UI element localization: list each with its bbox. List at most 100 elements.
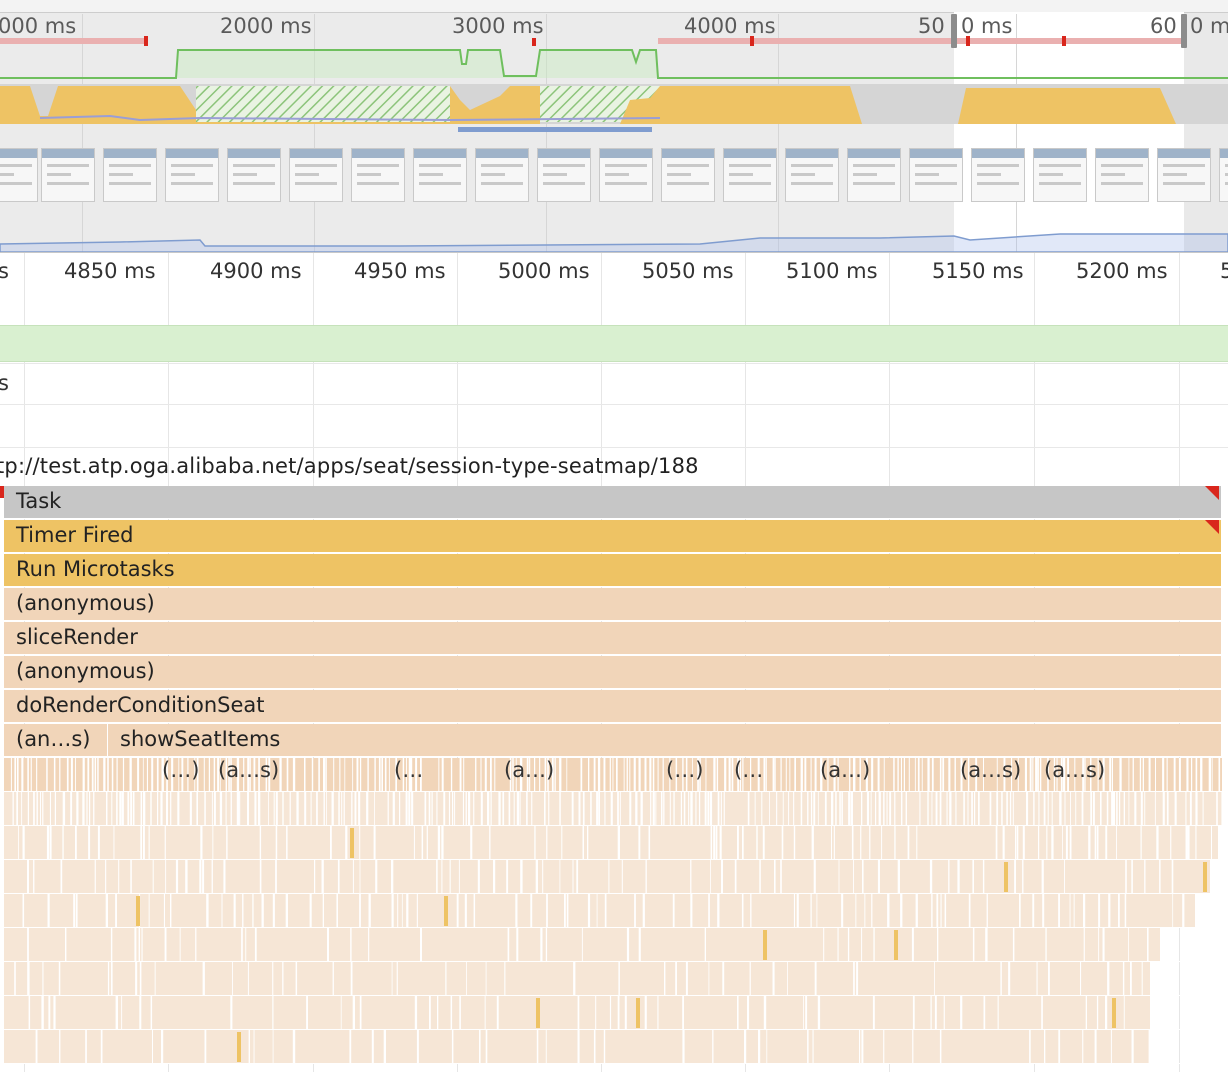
flame-slice-gap [110,962,113,995]
flame-slice-gap [1185,792,1187,825]
flame-slice-gap [138,928,140,961]
filmstrip-frame[interactable] [1095,148,1149,202]
flame-slice-gap [311,758,314,791]
flame-slice-gap [675,962,677,995]
filmstrip-frame[interactable] [227,148,281,202]
flame-slice-gap [1051,826,1054,859]
flame-small-call[interactable]: (…) [666,758,703,782]
filmstrip-frame[interactable] [1219,148,1228,202]
flame-slice-gap [887,894,890,927]
flame-do-render-condition-seat[interactable]: doRenderConditionSeat [4,690,1222,723]
overview-tick-label: 2000 ms [220,14,312,38]
flame-slice-gap [359,758,362,791]
filmstrip-frame[interactable] [847,148,901,202]
flame-slice-gap [359,894,361,927]
flame-small-call[interactable]: (a…) [820,758,870,782]
flame-slice-gap [336,894,338,927]
flame-slice-gap [383,1030,386,1063]
flame-slice-gap [392,792,395,825]
filmstrip-frame[interactable] [599,148,653,202]
flame-slice-gap [915,894,918,927]
flame-slice-gap [747,996,750,1029]
flame-slice-render[interactable]: sliceRender [4,622,1222,655]
timeline-overview[interactable]: 000 ms 2000 ms 3000 ms 4000 ms 50 0 ms 6… [0,0,1228,252]
flame-small-call[interactable]: (a…s) [1044,758,1105,782]
flame-slice-gap [203,758,205,791]
flame-label: (an…s) [16,727,91,751]
flame-slice-gap [462,792,464,825]
filmstrip-frame[interactable] [103,148,157,202]
flame-show-seat-items[interactable]: showSeatItems [108,724,1222,757]
flame-slice-gap [309,894,312,927]
filmstrip-frame[interactable] [785,148,839,202]
frames-track[interactable] [0,325,1228,362]
flame-anonymous[interactable]: (anonymous) [4,656,1222,689]
flame-slice-gap [473,792,475,825]
flame-slice-gap [1080,962,1082,995]
flame-row-separator [0,995,1228,996]
track-label: s [0,371,9,395]
flame-slice-gap [164,826,166,859]
flame-slice-gap [195,928,197,961]
flame-slice-gap [1062,826,1063,859]
flame-slice-gap [375,860,378,893]
flame-anonymous[interactable]: (anonymous) [4,588,1222,621]
filmstrip-frame[interactable] [537,148,591,202]
flame-slice-gap [604,792,606,825]
flame-slice-gap [761,792,763,825]
filmstrip-frame[interactable] [351,148,405,202]
flame-slice-gap [175,860,179,893]
filmstrip-frame[interactable] [413,148,467,202]
flame-slice-gap [561,826,563,859]
flame-slice-gap [580,758,583,791]
flame-anonymous-short[interactable]: (an…s) [4,724,108,757]
flame-small-call[interactable]: (…) [162,758,199,782]
flame-slice-gap [450,758,453,791]
filmstrip-frame[interactable] [1033,148,1087,202]
flame-small-call[interactable]: (a…s) [960,758,1021,782]
filmstrip-frame[interactable] [289,148,343,202]
filmstrip-frame[interactable] [1157,148,1211,202]
flame-small-call[interactable]: (a…) [504,758,554,782]
timeline-detail[interactable]: s 4850 ms 4900 ms 4950 ms 5000 ms 5050 m… [0,253,1228,1072]
flame-slice-gap [927,758,930,791]
flame-slice-gap [717,894,720,927]
flame-slice-gap [1107,962,1110,995]
flame-slice-gap [1105,826,1108,859]
flame-small-call[interactable]: (… [734,758,763,782]
flame-deep-calls[interactable] [0,758,1228,1072]
filmstrip-frame[interactable] [909,148,963,202]
filmstrip-frame[interactable] [475,148,529,202]
filmstrip-frame[interactable] [41,148,95,202]
flame-slice-gap [596,894,598,927]
flame-small-call[interactable]: (… [394,758,423,782]
flame-slice-gap [935,792,938,825]
main-thread-url[interactable]: tp://test.atp.oga.alibaba.net/apps/seat/… [0,454,699,478]
flame-slice-gap [146,758,148,791]
selection-left-handle[interactable] [951,14,957,48]
flame-hot-slice [1112,998,1116,1028]
flame-timer-fired[interactable]: Timer Fired [4,520,1222,553]
flame-slice-gap [219,792,223,825]
filmstrip-frame[interactable] [165,148,219,202]
flame-slice-gap [54,792,56,825]
flame-slice-gap [1128,792,1130,825]
flame-slice-gap [1082,1030,1084,1063]
filmstrip-frame[interactable] [661,148,715,202]
flame-small-call[interactable]: (a…s) [218,758,279,782]
flame-slice-gap [1140,792,1143,825]
filmstrip-frame[interactable] [0,148,38,202]
flame-label: Timer Fired [16,523,134,547]
overview-tick-label: 3000 ms [452,14,544,38]
flame-label: sliceRender [16,625,138,649]
selection-right-handle[interactable] [1181,14,1187,48]
filmstrip-frame[interactable] [723,148,777,202]
filmstrip-frame[interactable] [971,148,1025,202]
flame-slice-gap [872,996,875,1029]
flame-task[interactable]: Task [4,486,1222,519]
flame-run-microtasks[interactable]: Run Microtasks [4,554,1222,587]
flame-slice-gap [901,792,903,825]
flame-slice-gap [1211,758,1213,791]
flame-slice-gap [115,996,118,1029]
detail-tick-label: 4900 ms [210,259,302,283]
